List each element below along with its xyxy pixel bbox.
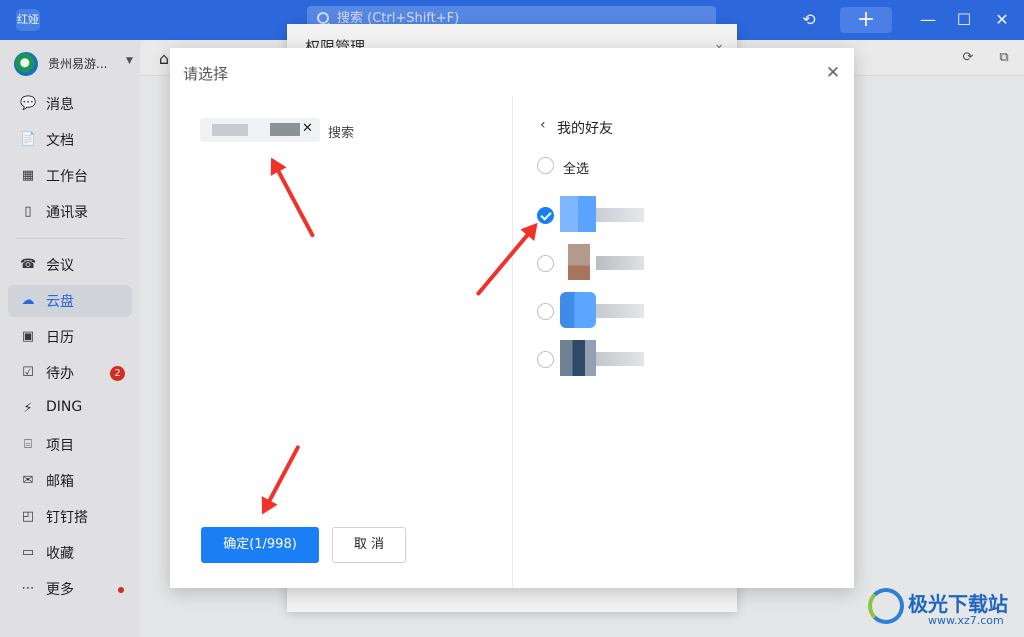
friends-group-label: 我的好友 — [557, 121, 613, 137]
friend-avatar — [560, 340, 596, 376]
friend-radio-1[interactable] — [537, 207, 554, 224]
cancel-button[interactable]: 取 消 — [332, 527, 406, 563]
friend-name-blurred — [596, 256, 644, 270]
friend-avatar — [560, 292, 596, 328]
search-input[interactable]: 搜索 — [328, 122, 354, 141]
close-icon[interactable]: ✕ — [823, 63, 843, 83]
friend-avatar — [568, 244, 590, 280]
selected-member-chip: ✕ — [200, 118, 320, 142]
friend-name-blurred — [596, 304, 644, 318]
friend-radio-4[interactable] — [537, 351, 554, 368]
select-all-label: 全选 — [563, 162, 590, 177]
confirm-button[interactable]: 确定(1/998) — [201, 527, 319, 563]
chevron-left-icon: ‹ — [540, 117, 546, 133]
watermark: 极光下载站 www.xz7.com — [868, 584, 1018, 632]
friend-avatar — [560, 196, 596, 232]
select-all-radio[interactable] — [537, 157, 554, 174]
watermark-url: www.xz7.com — [928, 614, 1004, 627]
watermark-logo — [868, 588, 904, 624]
blurred-name — [270, 123, 300, 136]
blurred-avatar — [212, 124, 248, 136]
friend-name-blurred — [596, 208, 644, 222]
remove-chip-icon[interactable]: ✕ — [302, 121, 313, 136]
friend-radio-3[interactable] — [537, 303, 554, 320]
watermark-text: 极光下载站 — [908, 592, 1008, 616]
panel-divider — [512, 96, 513, 588]
friend-name-blurred — [596, 352, 644, 366]
friend-radio-2[interactable] — [537, 255, 554, 272]
select-dialog-title: 请选择 — [183, 65, 229, 83]
